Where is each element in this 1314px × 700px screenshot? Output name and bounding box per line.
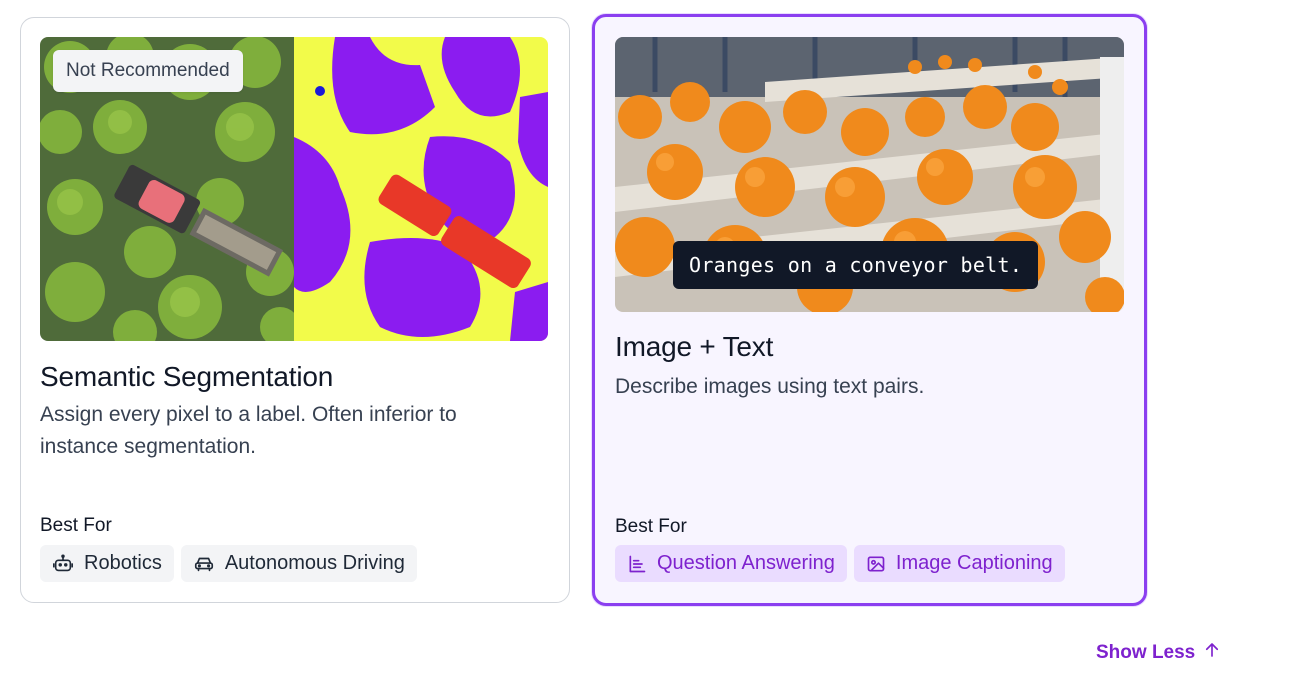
tag-label: Question Answering (657, 552, 835, 574)
best-for-label: Best For (40, 515, 112, 536)
card-title: Semantic Segmentation (40, 361, 334, 392)
card-description: Describe images using text pairs. (615, 375, 925, 398)
semantic-segmentation-card[interactable]: Not Recommended Semantic Segmentation As… (20, 17, 570, 603)
card-title: Image + Text (615, 331, 774, 362)
tag-image-captioning[interactable]: Image Captioning (853, 545, 1065, 582)
tag-robotics[interactable]: Robotics (40, 545, 174, 582)
tag-autonomous-driving[interactable]: Autonomous Driving (180, 545, 417, 582)
image-text-card[interactable]: Oranges on a conveyor belt. Image + Text… (592, 14, 1147, 606)
image-caption: Oranges on a conveyor belt. (673, 241, 1039, 289)
car-icon (193, 553, 215, 575)
image-icon (866, 554, 886, 574)
tag-question-answering[interactable]: Question Answering (615, 545, 847, 582)
card-description: Assign every pixel to a label. Often inf… (40, 403, 457, 458)
oranges-preview-image: Oranges on a conveyor belt. (615, 37, 1124, 312)
robot-icon (52, 553, 74, 575)
tag-label: Image Captioning (895, 552, 1053, 574)
best-for-label: Best For (615, 516, 687, 537)
arrow-up-icon (1203, 641, 1221, 665)
show-less-button[interactable]: Show Less (1096, 641, 1221, 665)
not-recommended-badge: Not Recommended (53, 50, 243, 92)
show-less-label: Show Less (1096, 642, 1196, 663)
tag-label: Robotics (84, 552, 162, 574)
segmentation-preview-image: Not Recommended (40, 37, 548, 341)
chart-icon (627, 554, 647, 574)
best-for-tags: Robotics Autonomous Driving (40, 545, 417, 582)
best-for-tags: Question Answering Image Captioning (615, 545, 1065, 582)
tag-label: Autonomous Driving (224, 552, 405, 574)
